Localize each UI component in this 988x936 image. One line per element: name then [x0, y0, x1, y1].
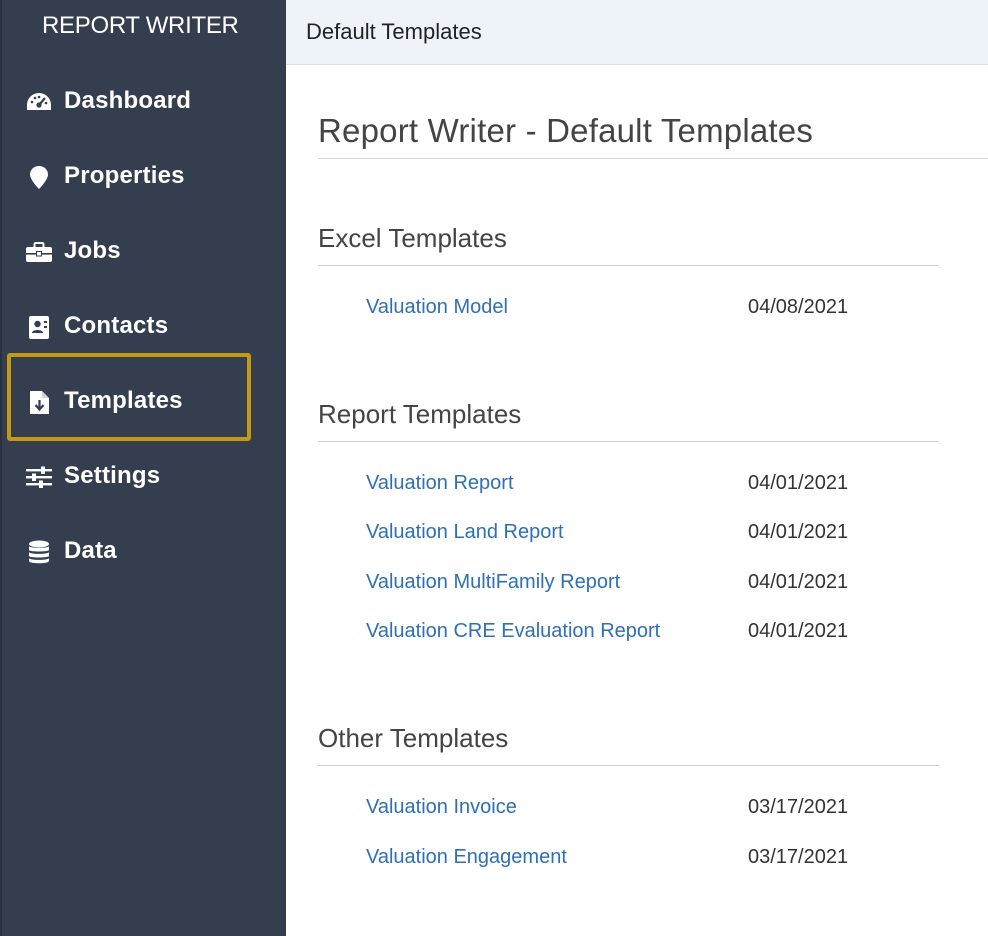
sidebar-item-label: Dashboard [64, 87, 192, 114]
section-title-report: Report Templates [318, 399, 522, 429]
template-date: 04/01/2021 [748, 521, 849, 543]
template-date: 04/01/2021 [748, 472, 849, 494]
database-icon [24, 539, 54, 565]
template-row: Valuation Engagement 03/17/2021 [366, 843, 886, 871]
sidebar-item-data[interactable]: Data [2, 528, 288, 574]
sidebar-item-dashboard[interactable]: Dashboard [2, 78, 288, 124]
template-link[interactable]: Valuation MultiFamily Report [366, 568, 620, 596]
section-title-other: Other Templates [318, 723, 509, 753]
sidebar-item-label: Contacts [64, 312, 169, 339]
sidebar-item-contacts[interactable]: Contacts [2, 303, 288, 349]
sidebar-item-templates[interactable]: Templates [2, 353, 288, 441]
template-row: Valuation CRE Evaluation Report 04/01/20… [366, 617, 886, 645]
section-divider [318, 765, 939, 766]
sidebar-item-properties[interactable]: Properties [2, 153, 288, 199]
template-link[interactable]: Valuation Invoice [366, 793, 517, 821]
page-title: Report Writer - Default Templates [318, 112, 814, 149]
contact-card-icon [24, 314, 54, 340]
section-divider [318, 441, 939, 442]
sidebar-item-label: Templates [64, 387, 183, 414]
template-date: 04/01/2021 [748, 571, 849, 593]
file-download-icon [24, 389, 54, 415]
template-date: 03/17/2021 [748, 846, 849, 868]
header-bar: Default Templates [286, 0, 988, 65]
section-title-excel: Excel Templates [318, 223, 507, 253]
template-date: 04/08/2021 [748, 296, 849, 318]
template-link[interactable]: Valuation Report [366, 469, 514, 497]
section-divider [318, 265, 939, 266]
sidebar: REPORT WRITER Dashboard Properties Jobs … [0, 0, 286, 936]
main-content: Report Writer - Default Templates Excel … [286, 65, 988, 936]
sidebar-item-jobs[interactable]: Jobs [2, 228, 288, 274]
sidebar-item-label: Properties [64, 162, 185, 189]
app-title: REPORT WRITER [42, 12, 239, 39]
map-pin-icon [24, 164, 54, 190]
template-link[interactable]: Valuation CRE Evaluation Report [366, 617, 660, 645]
template-row: Valuation Report 04/01/2021 [366, 469, 886, 497]
sidebar-item-label: Settings [64, 462, 161, 489]
template-row: Valuation Land Report 04/01/2021 [366, 518, 886, 546]
title-divider [318, 158, 988, 159]
template-row: Valuation Model 04/08/2021 [366, 293, 886, 321]
template-row: Valuation Invoice 03/17/2021 [366, 793, 886, 821]
breadcrumb: Default Templates [306, 19, 482, 44]
template-date: 04/01/2021 [748, 620, 849, 642]
sliders-icon [24, 464, 54, 490]
sidebar-item-settings[interactable]: Settings [2, 453, 288, 499]
sidebar-item-label: Data [64, 537, 117, 564]
briefcase-icon [24, 239, 54, 265]
template-link[interactable]: Valuation Engagement [366, 843, 567, 871]
dashboard-icon [24, 89, 54, 115]
template-row: Valuation MultiFamily Report 04/01/2021 [366, 568, 886, 596]
template-date: 03/17/2021 [748, 796, 849, 818]
template-link[interactable]: Valuation Land Report [366, 518, 564, 546]
template-link[interactable]: Valuation Model [366, 293, 508, 321]
sidebar-item-label: Jobs [64, 237, 121, 264]
